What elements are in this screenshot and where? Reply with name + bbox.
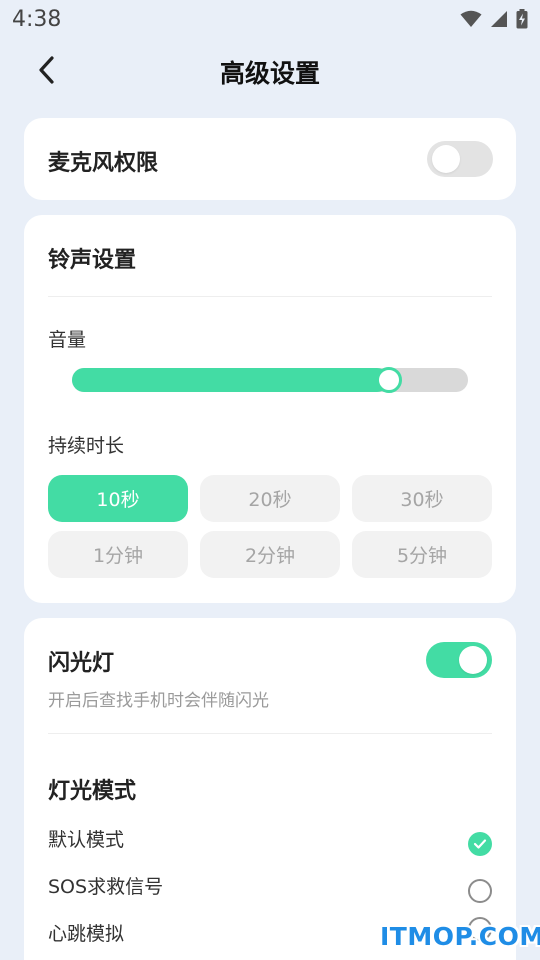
flashlight-label: 闪光灯 (48, 651, 115, 676)
wifi-icon (460, 10, 482, 28)
mode-option-label: SOS求救信号 (48, 876, 164, 898)
volume-slider-fill (72, 368, 389, 392)
duration-options: 10秒 20秒 30秒 1分钟 2分钟 5分钟 (48, 475, 492, 578)
divider (48, 296, 492, 297)
duration-option-2min[interactable]: 2分钟 (200, 531, 340, 578)
volume-slider[interactable] (72, 367, 468, 393)
page-title: 高级设置 (219, 59, 320, 88)
mode-option-sos[interactable]: SOS求救信号 (24, 866, 516, 906)
battery-charging-icon (516, 9, 528, 29)
ringtone-card: 铃声设置 音量 持续时长 10秒 20秒 30秒 1分钟 2分钟 5分钟 (24, 215, 516, 603)
flashlight-card: 闪光灯 开启后查找手机时会伴随闪光 灯光模式 默认模式 SOS求救信号 心跳模拟 (24, 618, 516, 960)
divider (48, 733, 492, 734)
status-time: 4:38 (12, 6, 62, 32)
toggle-knob (432, 145, 460, 173)
mode-option-default[interactable]: 默认模式 (24, 819, 516, 859)
volume-slider-thumb[interactable] (375, 367, 402, 393)
duration-option-10s[interactable]: 10秒 (48, 475, 188, 522)
flashlight-description: 开启后查找手机时会伴随闪光 (48, 691, 269, 711)
flashlight-toggle[interactable] (426, 642, 492, 678)
mode-option-label: 心跳模拟 (48, 923, 125, 945)
microphone-toggle[interactable] (427, 141, 493, 177)
microphone-label: 麦克风权限 (48, 151, 159, 176)
duration-label: 持续时长 (48, 435, 125, 457)
microphone-card: 麦克风权限 (24, 118, 516, 200)
status-bar: 4:38 (0, 0, 540, 38)
radio-checked-icon[interactable] (468, 832, 492, 856)
volume-label: 音量 (48, 329, 87, 351)
radio-unchecked-icon[interactable] (468, 879, 492, 903)
duration-option-30s[interactable]: 30秒 (352, 475, 492, 522)
ringtone-section-title: 铃声设置 (48, 248, 137, 273)
status-icons (460, 9, 528, 29)
duration-option-1min[interactable]: 1分钟 (48, 531, 188, 578)
watermark: ITMOP.COM (380, 922, 540, 951)
mode-option-label: 默认模式 (48, 829, 125, 851)
toggle-knob (459, 646, 487, 674)
duration-option-5min[interactable]: 5分钟 (352, 531, 492, 578)
light-mode-title: 灯光模式 (48, 779, 137, 804)
duration-option-20s[interactable]: 20秒 (200, 475, 340, 522)
header: 高级设置 (0, 40, 540, 102)
signal-icon (490, 10, 508, 28)
